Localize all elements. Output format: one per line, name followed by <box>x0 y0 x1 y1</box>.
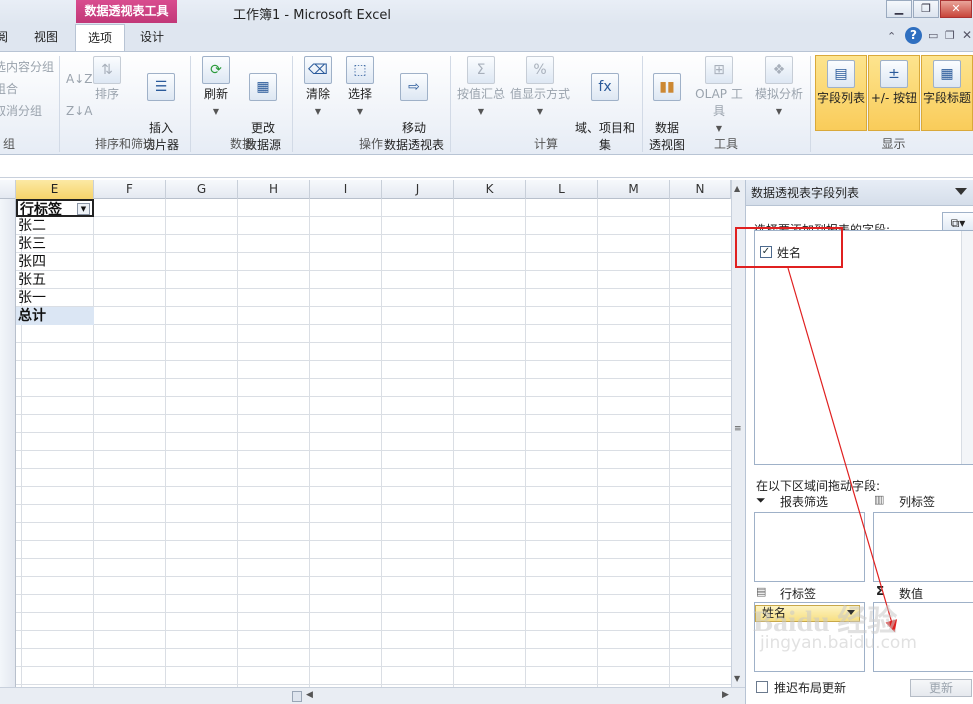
baidu-watermark-url: jingyan.baidu.com <box>760 633 917 653</box>
